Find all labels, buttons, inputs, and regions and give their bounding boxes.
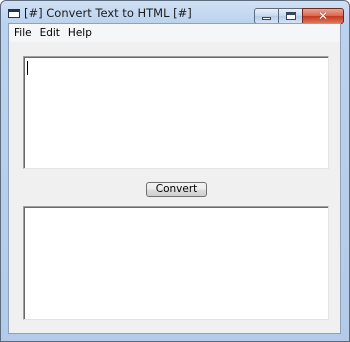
window-icon[interactable]	[8, 9, 20, 18]
menu-file[interactable]: File	[9, 24, 36, 42]
caption-buttons: ✕	[254, 8, 344, 24]
minimize-button[interactable]	[254, 8, 279, 24]
menu-help[interactable]: Help	[64, 24, 96, 42]
convert-button[interactable]: Convert	[146, 182, 207, 197]
close-button[interactable]: ✕	[302, 8, 344, 24]
app-window: [#] Convert Text to HTML [#] ✕ File Edit…	[0, 0, 350, 342]
client-area: File Edit Help Convert	[8, 23, 341, 334]
input-text-area[interactable]	[23, 56, 329, 169]
text-caret	[27, 61, 28, 75]
menu-bar: File Edit Help	[9, 24, 340, 42]
maximize-button[interactable]	[278, 8, 303, 24]
window-title: [#] Convert Text to HTML [#]	[24, 6, 192, 20]
minimize-icon	[262, 17, 271, 20]
menu-edit[interactable]: Edit	[36, 24, 64, 42]
close-icon: ✕	[317, 9, 329, 23]
maximize-icon	[285, 12, 296, 20]
output-text-area[interactable]	[23, 206, 329, 320]
title-bar[interactable]: [#] Convert Text to HTML [#] ✕	[1, 1, 349, 24]
